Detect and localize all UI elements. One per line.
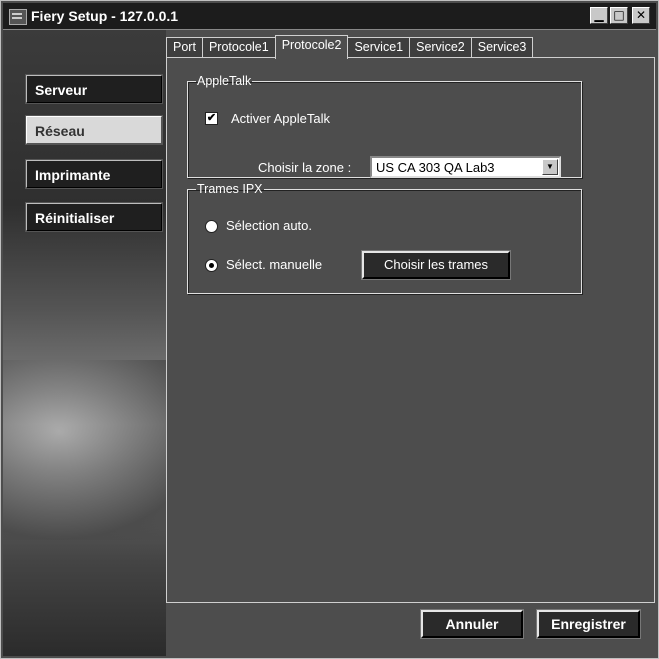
cancel-button[interactable]: Annuler: [420, 609, 524, 639]
app-icon: [9, 9, 27, 25]
chevron-down-icon[interactable]: ▼: [542, 159, 558, 175]
tab-port[interactable]: Port: [166, 37, 203, 57]
maximize-button[interactable]: □: [610, 7, 628, 24]
auto-selection-radio[interactable]: [205, 220, 218, 233]
tab-service3[interactable]: Service3: [470, 37, 534, 57]
manual-selection-radio[interactable]: [205, 259, 218, 272]
minimize-button[interactable]: ▁: [590, 7, 608, 24]
title-bar[interactable]: Fiery Setup - 127.0.0.1 ▁ □ ✕: [3, 3, 656, 30]
appletalk-legend: AppleTalk: [197, 74, 252, 88]
tab-protocole1[interactable]: Protocole1: [201, 37, 276, 57]
appletalk-group: AppleTalk ✔ Activer AppleTalk Choisir la…: [187, 74, 582, 178]
sidebar: Serveur Réseau Imprimante Réinitialiser: [3, 30, 166, 656]
sidebar-decorative-image: [3, 360, 166, 540]
manual-selection-label: Sélect. manuelle: [226, 257, 323, 272]
sidebar-item-reinitialiser[interactable]: Réinitialiser: [25, 202, 163, 232]
enable-appletalk-label: Activer AppleTalk: [231, 111, 330, 126]
sidebar-item-imprimante[interactable]: Imprimante: [25, 159, 163, 189]
tab-service1[interactable]: Service1: [347, 37, 411, 57]
choose-frames-button[interactable]: Choisir les trames: [361, 250, 511, 280]
window-controls: ▁ □ ✕: [590, 7, 650, 24]
save-button[interactable]: Enregistrer: [536, 609, 641, 639]
auto-selection-label: Sélection auto.: [226, 218, 313, 233]
zone-select-value: US CA 303 QA Lab3: [376, 160, 495, 175]
close-button[interactable]: ✕: [632, 7, 650, 24]
sidebar-item-serveur[interactable]: Serveur: [25, 74, 163, 104]
ipx-frames-group: Trames IPX Sélection auto. Sélect. manue…: [187, 182, 582, 294]
enable-appletalk-checkbox[interactable]: ✔: [205, 112, 218, 125]
tab-service2[interactable]: Service2: [409, 37, 472, 57]
sidebar-item-reseau[interactable]: Réseau: [25, 115, 163, 145]
tab-content-panel: AppleTalk ✔ Activer AppleTalk Choisir la…: [166, 57, 655, 603]
tab-strip: Port Protocole1 Protocole2 Service1 Serv…: [166, 35, 534, 59]
tab-protocole2[interactable]: Protocole2: [274, 35, 349, 59]
zone-select[interactable]: US CA 303 QA Lab3 ▼: [370, 156, 561, 178]
window-title: Fiery Setup - 127.0.0.1: [31, 8, 179, 24]
ipx-legend: Trames IPX: [197, 182, 263, 196]
zone-label: Choisir la zone :: [258, 160, 352, 175]
fiery-setup-window: Fiery Setup - 127.0.0.1 ▁ □ ✕ Serveur Ré…: [0, 0, 659, 659]
